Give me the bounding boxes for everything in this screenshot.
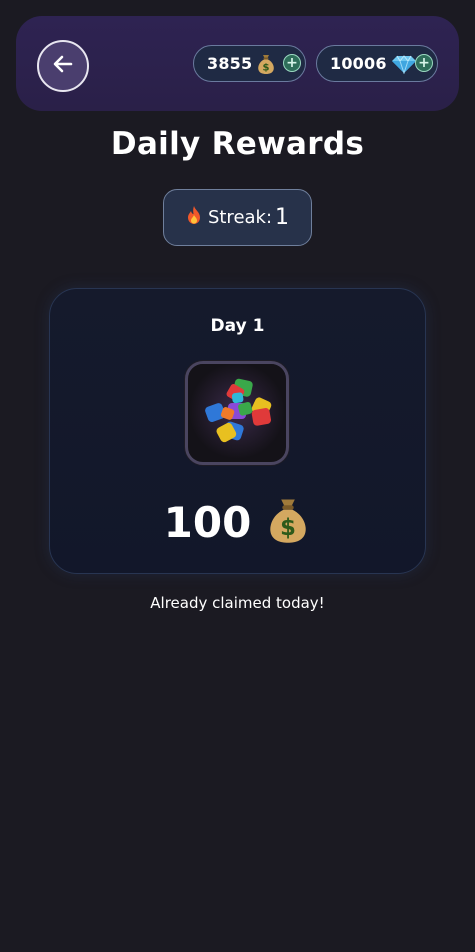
colorful-cube-cluster-icon: [189, 364, 285, 462]
fire-icon: [186, 205, 202, 230]
money-bag-icon: $: [265, 495, 311, 549]
diamond-icon: [391, 54, 417, 74]
reward-amount-row: 100 $: [50, 495, 425, 549]
prize-image: [185, 361, 289, 465]
day-label: Day 1: [210, 316, 265, 336]
back-button[interactable]: [37, 40, 89, 92]
top-bar: 3855 $ + 10006 +: [16, 16, 459, 111]
streak-label: Streak:: [207, 207, 273, 228]
coins-balance: 3855 $ +: [193, 45, 306, 82]
add-gems-button[interactable]: +: [415, 54, 433, 72]
money-bag-icon: $: [256, 53, 276, 75]
page-title: Daily Rewards: [110, 126, 365, 162]
streak-count: 1: [275, 205, 290, 230]
reward-amount: 100: [163, 497, 252, 547]
add-coins-button[interactable]: +: [283, 54, 301, 72]
svg-text:$: $: [263, 62, 270, 73]
gems-balance: 10006 +: [316, 45, 438, 82]
streak-badge: Streak: 1: [163, 189, 312, 246]
coins-value: 3855: [207, 54, 253, 73]
svg-text:$: $: [280, 515, 296, 541]
arrow-left-icon: [50, 51, 76, 81]
claim-status-text: Already claimed today!: [150, 594, 325, 612]
gems-value: 10006: [330, 54, 387, 73]
daily-reward-card: Day 1 100 $: [49, 288, 426, 574]
